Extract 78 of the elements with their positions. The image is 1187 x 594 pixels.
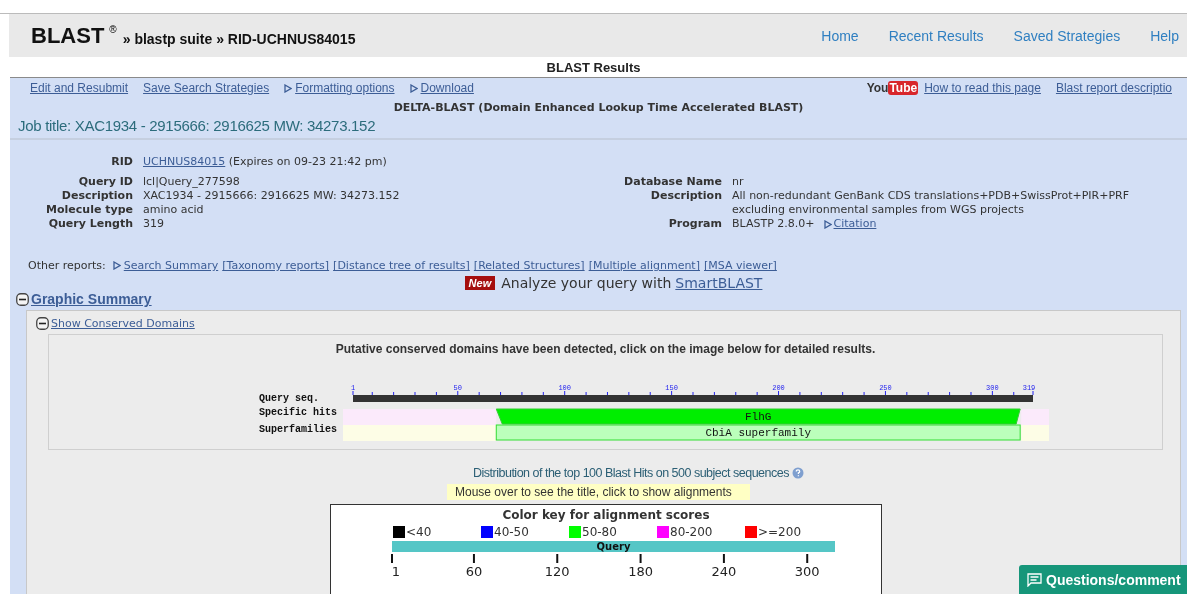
report-link[interactable]: [Related Structures] [473, 259, 585, 272]
citation-link[interactable]: Citation [823, 217, 877, 231]
nav-link[interactable]: Recent Results [888, 27, 984, 44]
field-value: amino acid [143, 203, 205, 217]
field-label: Description [60, 189, 133, 203]
help-icon[interactable] [791, 467, 804, 479]
video-guide-link[interactable]: How to read this page [924, 81, 1041, 95]
key-label: 80-200 [670, 525, 713, 539]
nav-link[interactable]: Home [821, 27, 859, 44]
triangle-icon [284, 83, 293, 93]
toolbar-link[interactable]: Edit and Resubmit [30, 81, 129, 95]
field-label: Program [667, 217, 722, 231]
track-label: Query seq. [259, 393, 319, 404]
distribution-title: Distribution of the top 100 Blast Hits on 500 subject sequences [473, 466, 789, 480]
field-value: BLASTP 2.8.0+ [732, 217, 815, 231]
triangle-icon [112, 261, 121, 270]
smartblast-text: Analyze your query with [501, 275, 672, 291]
track-label: Specific hits [259, 407, 337, 418]
report-description-link[interactable]: Blast report descriptio [1055, 81, 1172, 95]
domain-hit[interactable]: FlhG [495, 408, 1021, 425]
job-title: Job title: XAC1934 - 2915666: 2916625 MW: 34273.152 [10, 117, 1187, 140]
field-value: All non-redundant GenBank CDS translations+PDB+SwissProt+PIR+PRF excluding environmental samples from WGS projects [732, 189, 1131, 217]
key-title: Color key for alignment scores [501, 508, 711, 522]
report-link[interactable]: [Multiple alignment] [588, 259, 700, 272]
rid-link[interactable]: UCHNUS84015 [143, 155, 226, 168]
field-value: lcl|Query_277598 [143, 175, 241, 189]
reports-label: Other reports: [28, 259, 106, 272]
breadcrumb: » blastp suite [122, 31, 213, 47]
new-badge: New [464, 276, 496, 290]
key-label: 50-80 [582, 525, 617, 539]
smartblast-link[interactable]: SmartBLAST [675, 275, 763, 291]
axis-label: 60 [465, 564, 483, 579]
axis-label: 300 [794, 564, 820, 579]
show-domains-link[interactable]: Show Conserved Domains [51, 317, 195, 330]
domains-message: Putative conserved domains have been detected, click on the image below for detailed results. [334, 342, 877, 356]
axis-label: 120 [544, 564, 570, 579]
report-link[interactable]: [Taxonomy reports] [222, 259, 330, 272]
axis-label: 1 [391, 564, 401, 579]
field-label: Molecule type [45, 203, 133, 217]
video-logo: YouTube [866, 81, 919, 95]
feedback-button[interactable]: Questions/comment [1019, 565, 1187, 594]
field-value: XAC1934 - 2915666: 2916625 MW: 34273.152 [143, 189, 401, 203]
nav-link[interactable]: Help [1150, 27, 1179, 44]
axis-label: 180 [628, 564, 653, 579]
registered-mark: ® [109, 24, 117, 35]
nav-link[interactable]: Saved Strategies [1013, 27, 1121, 44]
collapse-icon[interactable] [36, 317, 49, 330]
key-label: <40 [406, 525, 432, 539]
field-value: nr [732, 175, 745, 189]
hint-note: Mouse over to see the title, click to show alignments [447, 484, 750, 500]
logo: BLAST [31, 22, 105, 49]
triangle-icon [823, 219, 832, 229]
field-value: 319 [143, 217, 165, 231]
triangle-icon [409, 83, 418, 93]
section-heading-link[interactable]: Graphic Summary [31, 291, 152, 307]
field-label: Database Name [623, 175, 722, 189]
report-link[interactable]: [MSA viewer] [704, 259, 777, 272]
collapse-icon[interactable] [16, 292, 29, 306]
expiry-note: (Expires on 09-23 21:42 pm) [228, 155, 387, 168]
superfamily-hit[interactable]: CbiA superfamily [495, 424, 1021, 441]
query-bar: Query [392, 541, 835, 552]
track-label: Superfamilies [259, 424, 337, 435]
toolbar-link[interactable]: Formatting options [284, 81, 395, 95]
report-link[interactable]: [Distance tree of results] [333, 259, 470, 272]
program-title: DELTA-BLAST (Domain Enhanced Lookup Time Accelerated BLAST) [392, 101, 805, 114]
toolbar-link[interactable]: Save Search Strategies [143, 81, 270, 95]
field-label: RID [110, 155, 133, 169]
breadcrumb: » RID-UCHNUS84015 [216, 31, 356, 47]
field-label: Query ID [77, 175, 133, 189]
report-link[interactable]: Search Summary [112, 259, 219, 272]
field-label: Description [649, 189, 722, 204]
toolbar-link[interactable]: Download [409, 81, 474, 95]
field-label: Query Length [47, 217, 133, 231]
chat-icon [1027, 573, 1042, 587]
key-label: 40-50 [494, 525, 529, 539]
key-label: >=200 [758, 525, 801, 539]
axis-label: 240 [711, 564, 737, 579]
page-title: BLAST Results [545, 58, 642, 77]
